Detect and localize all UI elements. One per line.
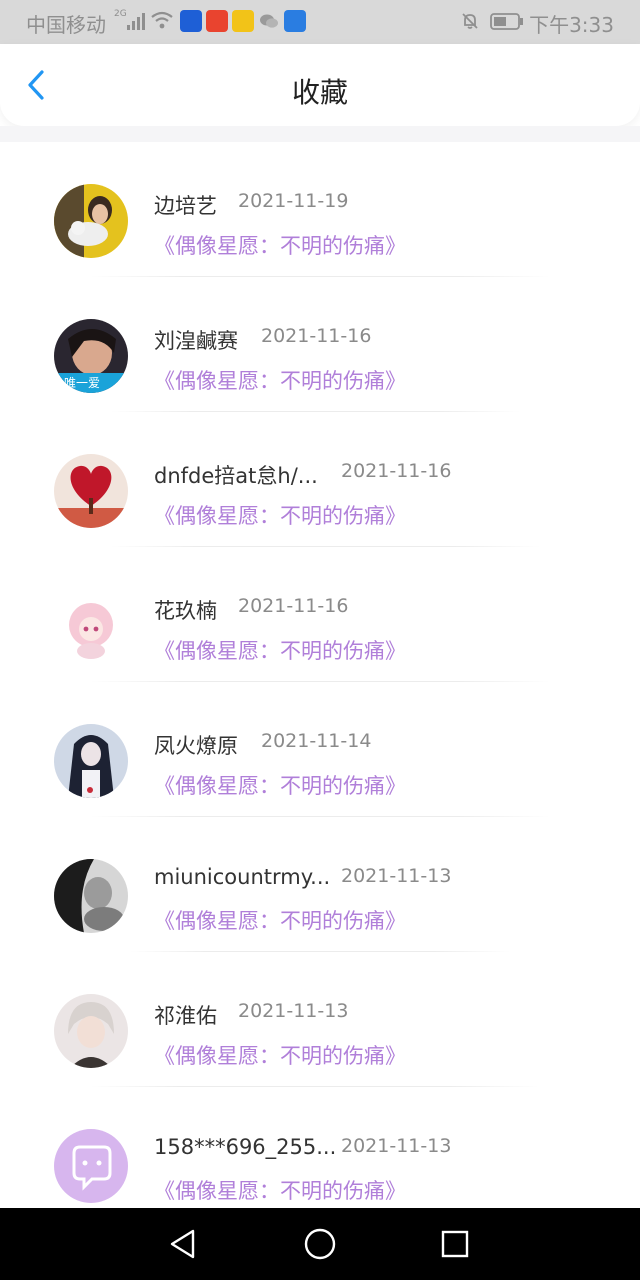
user-name[interactable]: miunicountrmy... (154, 865, 330, 889)
collection-title-link[interactable]: 《偶像星愿：不明的伤痛》 (154, 365, 406, 395)
circle-home-icon (304, 1228, 336, 1260)
favorite-date: 2021-11-14 (261, 730, 372, 752)
system-navigation-bar (0, 1208, 640, 1280)
nav-home-button[interactable] (300, 1226, 340, 1262)
shopping-app-icon (206, 10, 228, 32)
hotspot-app-icon (284, 10, 306, 32)
section-gap (0, 126, 640, 142)
wifi-icon (151, 11, 173, 29)
favorites-list[interactable]: 边培艺 2021-11-19 《偶像星愿：不明的伤痛》 唯一爱 刘湟鹹赛 202… (0, 142, 640, 1208)
favorite-date: 2021-11-16 (261, 325, 372, 347)
status-bar: 中国移动 2G 下午3:33 (0, 0, 640, 44)
girl-portrait-avatar[interactable]: 唯一爱 (54, 319, 128, 393)
user-name[interactable]: 刘湟鹹赛 (154, 325, 238, 355)
user-name[interactable]: 花玖楠 (154, 595, 217, 625)
user-name[interactable]: 158***696_255... (154, 1135, 336, 1159)
list-item[interactable]: 唯一爱 刘湟鹹赛 2021-11-16 《偶像星愿：不明的伤痛》 (0, 277, 640, 412)
navigation-bar: 收藏 (0, 44, 640, 126)
security-app-icon (180, 10, 202, 32)
collection-title-link[interactable]: 《偶像星愿：不明的伤痛》 (154, 770, 406, 800)
nav-recents-button[interactable] (435, 1226, 475, 1262)
list-item[interactable]: miunicountrmy... 2021-11-13 《偶像星愿：不明的伤痛》 (0, 817, 640, 952)
heart-tree-avatar[interactable] (54, 454, 128, 528)
wechat-icon (260, 14, 278, 28)
anime-white-hair-boy-avatar[interactable] (54, 994, 128, 1068)
carrier-label: 中国移动 (26, 13, 106, 37)
collection-title-link[interactable]: 《偶像星愿：不明的伤痛》 (154, 230, 406, 260)
page-title: 收藏 (291, 76, 348, 109)
battery-icon (490, 13, 523, 30)
anime-pink-girl-avatar[interactable] (54, 589, 128, 663)
collection-title-link[interactable]: 《偶像星愿：不明的伤痛》 (154, 1175, 406, 1205)
list-item[interactable]: 158***696_255... 2021-11-13 《偶像星愿：不明的伤痛》 (0, 1087, 640, 1208)
user-name[interactable]: 凤火燎原 (154, 730, 238, 760)
girl-with-cat-avatar[interactable] (54, 184, 128, 258)
list-item[interactable]: dnfde掊at怠h/... 2021-11-16 《偶像星愿：不明的伤痛》 (0, 412, 640, 547)
user-name[interactable]: dnfde掊at怠h/... (154, 460, 318, 490)
notifications-off-icon (462, 13, 478, 29)
square-recents-icon (441, 1230, 469, 1258)
list-item[interactable]: 凤火燎原 2021-11-14 《偶像星愿：不明的伤痛》 (0, 682, 640, 817)
triangle-back-icon (170, 1229, 195, 1259)
favorite-date: 2021-11-16 (341, 460, 452, 482)
favorite-date: 2021-11-16 (238, 595, 349, 617)
anime-dark-hair-avatar[interactable] (54, 724, 128, 798)
nav-back-button[interactable] (163, 1226, 203, 1262)
network-type-label: 2G (114, 9, 127, 19)
list-item[interactable]: 祁淮佑 2021-11-13 《偶像星愿：不明的伤痛》 (0, 952, 640, 1087)
favorite-date: 2021-11-13 (238, 1000, 349, 1022)
user-name[interactable]: 边培艺 (154, 190, 217, 220)
user-name[interactable]: 祁淮佑 (154, 1000, 217, 1030)
clock-label: 下午3:33 (529, 13, 614, 37)
favorite-date: 2021-11-13 (341, 865, 452, 887)
collection-title-link[interactable]: 《偶像星愿：不明的伤痛》 (154, 905, 406, 935)
list-item[interactable]: 边培艺 2021-11-19 《偶像星愿：不明的伤痛》 (0, 142, 640, 277)
collection-title-link[interactable]: 《偶像星愿：不明的伤痛》 (154, 500, 406, 530)
monochrome-portrait-avatar[interactable] (54, 859, 128, 933)
check-app-icon (232, 10, 254, 32)
signal-icon (127, 13, 145, 30)
collection-title-link[interactable]: 《偶像星愿：不明的伤痛》 (154, 635, 406, 665)
favorite-date: 2021-11-19 (238, 190, 349, 212)
avatar-caption: 唯一爱 (64, 376, 101, 390)
list-item[interactable]: 花玖楠 2021-11-16 《偶像星愿：不明的伤痛》 (0, 547, 640, 682)
favorite-date: 2021-11-13 (341, 1135, 452, 1157)
default-chat-bubble-avatar[interactable] (54, 1129, 128, 1203)
collection-title-link[interactable]: 《偶像星愿：不明的伤痛》 (154, 1040, 406, 1070)
